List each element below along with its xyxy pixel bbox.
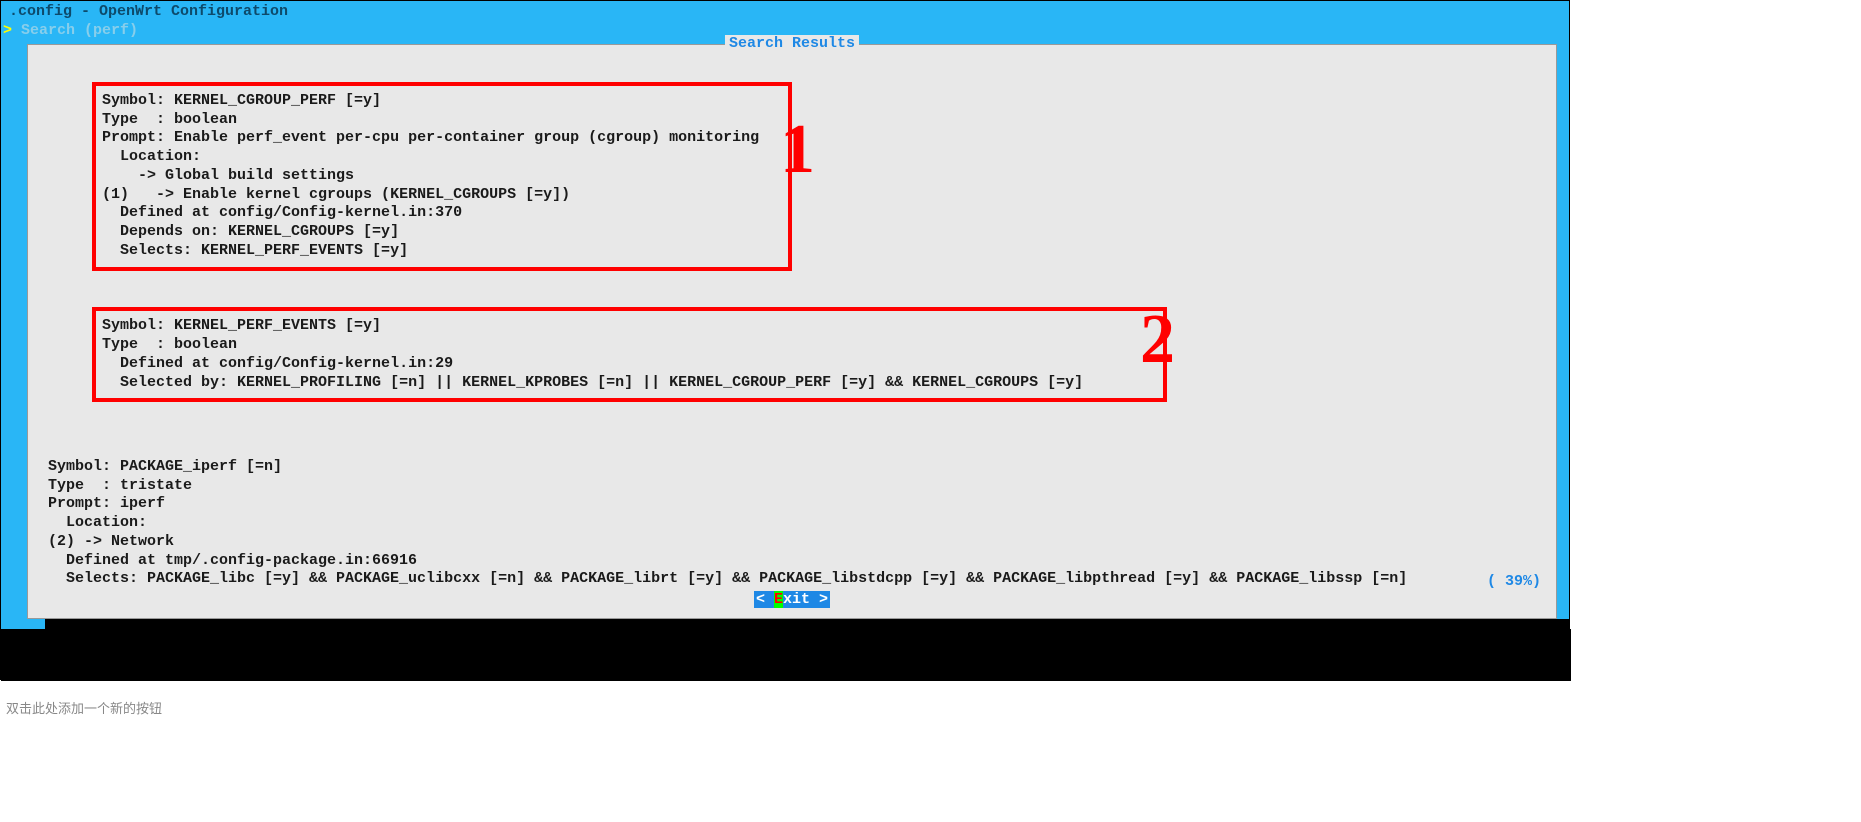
scroll-percentage: ( 39%) (1487, 573, 1541, 590)
terminal-window: .config - OpenWrt Configuration > Search… (0, 0, 1570, 680)
result-line: Prompt: iperf (48, 495, 165, 512)
result-line: Symbol: PACKAGE_iperf [=n] (48, 458, 282, 475)
result-line: Type : boolean (102, 336, 237, 353)
result-line: Symbol: KERNEL_CGROUP_PERF [=y] (102, 92, 381, 109)
result-line: Location: (102, 148, 201, 165)
exit-hotkey: E (774, 591, 783, 608)
results-content[interactable]: Symbol: KERNEL_CGROUP_PERF [=y] Type : b… (28, 45, 1556, 655)
dialog-footer: < Exit > (28, 591, 1556, 608)
result-line: Selects: KERNEL_PERF_EVENTS [=y] (102, 242, 408, 259)
result-line: Symbol: KERNEL_PERF_EVENTS [=y] (102, 317, 381, 334)
terminal-bottom-area (1, 629, 1571, 681)
search-results-dialog: Search Results Symbol: KERNEL_CGROUP_PER… (27, 44, 1557, 619)
result-line: Selects: PACKAGE_libc [=y] && PACKAGE_uc… (48, 570, 1407, 587)
result-line: Depends on: KERNEL_CGROUPS [=y] (102, 223, 399, 240)
result-symbol-kernel-perf-events[interactable]: Symbol: KERNEL_PERF_EVENTS [=y] Type : b… (92, 307, 1167, 402)
dialog-title: Search Results (725, 35, 859, 52)
exit-prefix: < (756, 591, 774, 608)
result-line: -> Global build settings (102, 167, 354, 184)
breadcrumb-arrow-icon: > (3, 22, 12, 39)
result-line: Location: (48, 514, 147, 531)
editor-hint-text[interactable]: 双击此处添加一个新的按钮 (6, 698, 162, 717)
result-line: Defined at config/Config-kernel.in:29 (102, 355, 453, 372)
window-title: .config - OpenWrt Configuration (1, 1, 1569, 22)
result-line: Defined at tmp/.config-package.in:66916 (48, 552, 417, 569)
result-line: (2) -> Network (48, 533, 174, 550)
result-symbol-package-iperf[interactable]: Symbol: PACKAGE_iperf [=n] Type : trista… (38, 458, 1546, 589)
exit-button[interactable]: < Exit > (754, 591, 830, 608)
breadcrumb-text: Search (perf) (12, 22, 138, 39)
result-line: Selected by: KERNEL_PROFILING [=n] || KE… (102, 374, 1083, 391)
result-line: Prompt: Enable perf_event per-cpu per-co… (102, 129, 759, 146)
result-line: Type : tristate (48, 477, 192, 494)
result-line: Type : boolean (102, 111, 237, 128)
result-line: Defined at config/Config-kernel.in:370 (102, 204, 462, 221)
result-symbol-kernel-cgroup-perf[interactable]: Symbol: KERNEL_CGROUP_PERF [=y] Type : b… (92, 82, 792, 271)
result-line: (1) -> Enable kernel cgroups (KERNEL_CGR… (102, 186, 570, 203)
exit-suffix: xit > (783, 591, 828, 608)
